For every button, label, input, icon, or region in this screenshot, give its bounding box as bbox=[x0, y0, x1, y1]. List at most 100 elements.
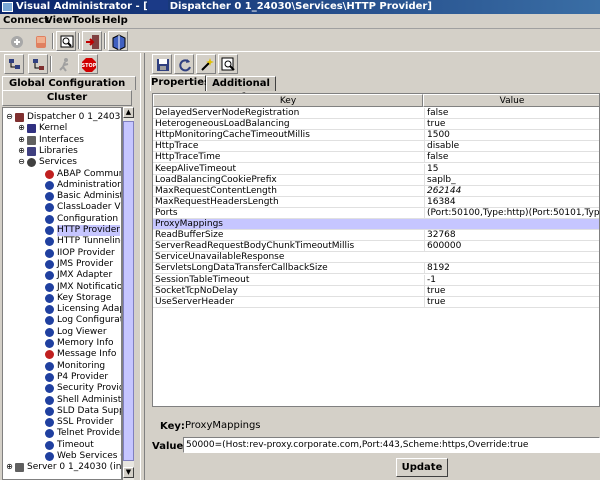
expand-icon[interactable]: ⊕ bbox=[17, 146, 26, 156]
scroll-up-arrow[interactable]: ▲ bbox=[123, 107, 134, 118]
scroll-down-arrow[interactable]: ▼ bbox=[123, 467, 134, 478]
tree-item[interactable]: ⊖ Dispatcher 0 1_24030 (i bbox=[3, 112, 121, 123]
tree-item[interactable]: IIOP Provider bbox=[3, 248, 121, 259]
tree-item[interactable]: Timeout bbox=[3, 440, 121, 451]
tree-item[interactable]: HTTP Tunneling bbox=[3, 236, 121, 247]
row-value[interactable]: true bbox=[424, 285, 599, 296]
table-row[interactable]: UseServerHeader true bbox=[153, 296, 599, 308]
table-row[interactable]: ProxyMappings bbox=[153, 219, 599, 230]
pane-splitter[interactable] bbox=[140, 53, 145, 480]
cluster-tree[interactable]: ⊖Dispatcher 0 1_24030 (i⊕Kernel⊕Interfac… bbox=[2, 107, 122, 480]
tree-item[interactable]: ⊕ Interfaces bbox=[3, 135, 121, 146]
tree-item[interactable]: JMX Adapter bbox=[3, 270, 121, 281]
connect-button[interactable] bbox=[6, 31, 26, 51]
save-button[interactable] bbox=[152, 54, 172, 74]
column-header-key[interactable]: Key bbox=[153, 94, 423, 107]
expand-icon[interactable]: ⊕ bbox=[17, 135, 26, 145]
tree-item[interactable]: ⊕ Kernel bbox=[3, 123, 121, 134]
configure-button[interactable] bbox=[196, 54, 216, 74]
row-value[interactable]: disable bbox=[424, 141, 599, 152]
table-row[interactable]: HeterogeneousLoadBalancing true bbox=[153, 119, 599, 131]
tree-item[interactable]: Shell Administrat bbox=[3, 395, 121, 406]
tree-item[interactable]: P4 Provider bbox=[3, 372, 121, 383]
tab-properties[interactable]: Properties bbox=[150, 75, 210, 91]
collapse-icon[interactable]: ⊖ bbox=[5, 113, 14, 122]
table-row[interactable]: ServletsLongDataTransferCallbackSize 8192 bbox=[153, 263, 599, 275]
expand-icon[interactable]: ⊕ bbox=[17, 124, 26, 133]
value-input[interactable]: 50000=(Host:rev-proxy.corporate.com,Port… bbox=[183, 437, 600, 453]
tab-global-configuration[interactable]: Global Configuration bbox=[2, 76, 136, 90]
row-value[interactable]: true bbox=[424, 296, 599, 307]
table-row[interactable]: ServiceUnavailableResponse bbox=[153, 252, 599, 264]
column-header-value[interactable]: Value bbox=[423, 94, 599, 107]
table-row[interactable]: Ports (Port:50100,Type:http)(Port:50101,T… bbox=[153, 207, 599, 219]
tree-item[interactable]: Telnet Provider bbox=[3, 428, 121, 439]
table-row[interactable]: ReadBufferSize 32768 bbox=[153, 230, 599, 242]
table-row[interactable]: MaxRequestHeadersLength 16384 bbox=[153, 196, 599, 208]
row-value[interactable]: 16384 bbox=[424, 196, 599, 207]
tree-item[interactable]: HTTP Provider bbox=[3, 225, 121, 236]
tree-item[interactable]: Licensing Adapte bbox=[3, 304, 121, 315]
row-value[interactable]: 1500 bbox=[424, 130, 599, 141]
table-row[interactable]: HttpMonitoringCacheTimeoutMillis 1500 bbox=[153, 130, 599, 142]
tree-item[interactable]: Key Storage bbox=[3, 293, 121, 304]
tree-item[interactable]: ⊕ Server 0 1_24030 (infou bbox=[3, 462, 121, 473]
table-row[interactable]: SessionTableTimeout -1 bbox=[153, 274, 599, 286]
stop-button[interactable]: STOP bbox=[78, 54, 98, 74]
table-row[interactable]: MaxRequestContentLength 262144 bbox=[153, 185, 599, 197]
menu-help[interactable]: Help bbox=[102, 15, 128, 26]
row-value[interactable]: 8192 bbox=[424, 263, 599, 274]
disconnect-button[interactable] bbox=[30, 31, 50, 51]
exit-button[interactable] bbox=[82, 31, 102, 51]
tree-item[interactable]: ClassLoader Vie bbox=[3, 202, 121, 213]
row-value[interactable]: -1 bbox=[424, 274, 599, 285]
tree-item[interactable]: ⊕ Libraries bbox=[3, 146, 121, 157]
row-value[interactable]: false bbox=[424, 108, 599, 118]
tree-item[interactable]: Memory Info bbox=[3, 338, 121, 349]
update-button[interactable]: Update bbox=[396, 458, 448, 477]
menu-tools[interactable]: Tools bbox=[72, 15, 101, 26]
inspect-button[interactable] bbox=[218, 54, 238, 74]
row-value[interactable]: 15 bbox=[424, 163, 599, 174]
tree-item[interactable]: Message Info bbox=[3, 349, 121, 360]
collapse-icon[interactable]: ⊖ bbox=[17, 158, 26, 167]
tree-item[interactable]: Basic Administra bbox=[3, 191, 121, 202]
refresh-button[interactable] bbox=[174, 54, 194, 74]
tree-item[interactable]: SLD Data Suppli bbox=[3, 406, 121, 417]
table-row[interactable]: HttpTraceTime false bbox=[153, 152, 599, 164]
tree-item[interactable]: JMX Notification bbox=[3, 282, 121, 293]
menu-view[interactable]: View bbox=[45, 15, 72, 26]
expand-icon[interactable]: ⊕ bbox=[5, 463, 14, 472]
row-value[interactable]: saplb_ bbox=[424, 174, 599, 185]
tree-item[interactable]: Log Viewer bbox=[3, 327, 121, 338]
table-row[interactable]: LoadBalancingCookiePrefix saplb_ bbox=[153, 174, 599, 186]
row-value[interactable]: true bbox=[424, 119, 599, 130]
tree-scrollbar[interactable]: ▲ ▼ bbox=[122, 107, 134, 480]
tree-item[interactable]: JMS Provider bbox=[3, 259, 121, 270]
start-button[interactable] bbox=[54, 54, 74, 74]
row-value[interactable]: false bbox=[424, 152, 599, 163]
tree-item[interactable]: Configuration Ad bbox=[3, 214, 121, 225]
tree-item[interactable]: Security Provider bbox=[3, 383, 121, 394]
tree-refresh-button[interactable] bbox=[28, 54, 48, 74]
tree-item[interactable]: Monitoring bbox=[3, 361, 121, 372]
tree-item[interactable]: Log Configurator bbox=[3, 315, 121, 326]
table-row[interactable]: DelayedServerNodeRegistration false bbox=[153, 108, 599, 119]
tree-item[interactable]: Administration Ad bbox=[3, 180, 121, 191]
table-row[interactable]: ServerReadRequestBodyChunkTimeoutMillis 6… bbox=[153, 241, 599, 253]
tab-additional-info[interactable]: Additional Info bbox=[206, 76, 276, 103]
table-row[interactable]: KeepAliveTimeout 15 bbox=[153, 163, 599, 175]
row-value[interactable]: 600000 bbox=[424, 241, 599, 252]
menu-connect[interactable]: Connect bbox=[3, 15, 49, 26]
tree-view-button[interactable] bbox=[4, 54, 24, 74]
row-value[interactable]: (Port:50100,Type:http)(Port:50101,Type:s… bbox=[424, 207, 599, 218]
tree-item[interactable]: Web Services Co bbox=[3, 451, 121, 462]
row-value[interactable]: 262144 bbox=[424, 185, 599, 196]
scroll-thumb[interactable] bbox=[123, 121, 134, 461]
tree-item[interactable]: ABAP Communic bbox=[3, 169, 121, 180]
table-row[interactable]: SocketTcpNoDelay true bbox=[153, 285, 599, 297]
tree-item[interactable]: ⊖ Services bbox=[3, 157, 121, 168]
help-button[interactable] bbox=[108, 31, 128, 51]
table-row[interactable]: HttpTrace disable bbox=[153, 141, 599, 153]
tree-item[interactable]: SSL Provider bbox=[3, 417, 121, 428]
